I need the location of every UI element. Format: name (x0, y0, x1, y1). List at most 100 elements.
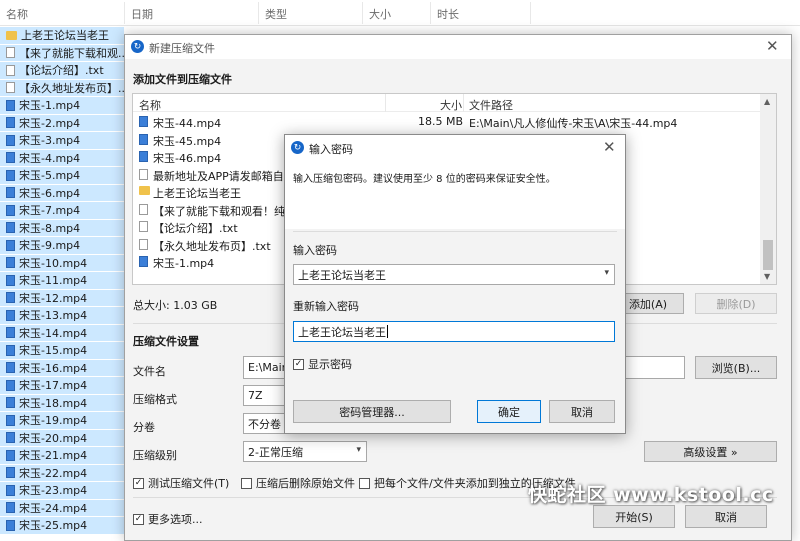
explorer-file-name: 【来了就能下载和观... (19, 46, 124, 60)
explorer-file-name: 【论坛介绍】.txt (19, 64, 104, 78)
checkbox-checked-icon[interactable]: ✓ (293, 358, 304, 370)
delete-button[interactable]: 删除(D) (695, 293, 777, 314)
chevron-down-icon[interactable]: ▾ (604, 268, 609, 278)
column-duration[interactable]: 时长 (437, 6, 459, 22)
explorer-file-row[interactable]: 上老王论坛当老王 (0, 27, 124, 45)
column-size[interactable]: 大小 (369, 6, 391, 22)
explorer-file-row[interactable]: 宋玉-16.mp4 (0, 359, 124, 377)
video-file-icon (139, 116, 148, 127)
format-select[interactable]: 7Z (243, 385, 285, 406)
advanced-settings-button[interactable]: 高级设置 » (644, 441, 777, 462)
explorer-file-row[interactable]: 宋玉-25.mp4 (0, 517, 124, 535)
explorer-file-row[interactable]: 宋玉-13.mp4 (0, 307, 124, 325)
dialog-titlebar[interactable]: ↻ 新建压缩文件 ✕ (125, 35, 791, 59)
explorer-file-name: 宋玉-7.mp4 (19, 204, 81, 218)
password-manager-button[interactable]: 密码管理器... (293, 400, 451, 423)
start-button[interactable]: 开始(S) (593, 505, 675, 528)
explorer-file-row[interactable]: 宋玉-20.mp4 (0, 429, 124, 447)
archive-file-name: 宋玉-1.mp4 (153, 257, 215, 270)
column-date[interactable]: 日期 (131, 6, 153, 22)
column-name[interactable]: 名称 (6, 6, 28, 22)
header-size[interactable]: 大小 (440, 97, 462, 113)
archive-file-row[interactable]: 宋玉-44.mp4 18.5 MB E:\Main\凡人修仙传-宋玉\A\宋玉-44… (133, 113, 761, 131)
section-archive-settings: 压缩文件设置 (133, 335, 199, 348)
explorer-file-name: 宋玉-14.mp4 (19, 326, 88, 340)
scroll-up-icon[interactable]: ▲ (764, 97, 770, 106)
video-file-icon (6, 432, 15, 444)
browse-button[interactable]: 浏览(B)... (695, 356, 777, 379)
explorer-file-row[interactable]: 宋玉-1.mp4 (0, 97, 124, 115)
text-file-icon (139, 203, 148, 215)
checkbox-more-options[interactable]: ✓ 更多选项... (133, 511, 203, 527)
checkbox-delete-source[interactable]: 压缩后删除原始文件 (241, 475, 355, 491)
explorer-file-row[interactable]: 【永久地址发布页】... (0, 79, 124, 97)
column-separator (258, 2, 259, 24)
video-file-icon (6, 309, 15, 321)
header-name[interactable]: 名称 (139, 97, 161, 113)
explorer-file-name: 宋玉-21.mp4 (19, 449, 88, 463)
explorer-file-row[interactable]: 宋玉-10.mp4 (0, 254, 124, 272)
checkbox-checked-icon[interactable]: ✓ (133, 513, 144, 525)
header-path[interactable]: 文件路径 (469, 97, 513, 113)
explorer-file-row[interactable]: 【论坛介绍】.txt (0, 62, 124, 80)
scrollbar-thumb[interactable] (763, 240, 773, 270)
file-list-scrollbar[interactable]: ▲ ▼ (760, 94, 776, 284)
explorer-file-row[interactable]: 宋玉-2.mp4 (0, 114, 124, 132)
explorer-file-row[interactable]: 宋玉-5.mp4 (0, 167, 124, 185)
checkbox-unchecked-icon[interactable] (359, 477, 370, 489)
explorer-file-name: 宋玉-18.mp4 (19, 396, 88, 410)
folder-icon (6, 30, 17, 40)
video-file-icon (6, 239, 15, 251)
explorer-file-row[interactable]: 宋玉-3.mp4 (0, 132, 124, 150)
close-icon[interactable]: ✕ (766, 39, 779, 54)
explorer-file-row[interactable]: 宋玉-17.mp4 (0, 377, 124, 395)
explorer-file-row[interactable]: 宋玉-22.mp4 (0, 464, 124, 482)
label-repeat-password: 重新输入密码 (293, 300, 359, 313)
video-file-icon (6, 99, 15, 111)
label-format: 压缩格式 (133, 393, 177, 406)
archive-file-path: E:\Main\凡人修仙传-宋玉\A\宋玉-44.mp4 (469, 117, 678, 130)
explorer-file-row[interactable]: 宋玉-6.mp4 (0, 184, 124, 202)
password-dialog-title: 输入密码 (309, 143, 353, 156)
cancel-button[interactable]: 取消 (685, 505, 767, 528)
close-icon[interactable]: ✕ (603, 140, 616, 155)
video-file-icon (6, 449, 15, 461)
video-file-icon (6, 169, 15, 181)
explorer-file-row[interactable]: 宋玉-9.mp4 (0, 237, 124, 255)
explorer-file-row[interactable]: 宋玉-4.mp4 (0, 149, 124, 167)
archive-file-name: 【永久地址发布页】.txt (153, 239, 271, 253)
explorer-file-row[interactable]: 宋玉-8.mp4 (0, 219, 124, 237)
explorer-file-row[interactable]: 宋玉-18.mp4 (0, 394, 124, 412)
password-cancel-button[interactable]: 取消 (549, 400, 615, 423)
explorer-file-row[interactable]: 宋玉-15.mp4 (0, 342, 124, 360)
explorer-file-name: 【永久地址发布页】... (19, 81, 124, 95)
checkbox-test-archive[interactable]: ✓ 测试压缩文件(T) (133, 475, 229, 491)
repeat-password-value: 上老王论坛当老王 (298, 325, 386, 339)
column-type[interactable]: 类型 (265, 6, 287, 22)
label-filename: 文件名 (133, 365, 166, 378)
ok-button[interactable]: 确定 (477, 400, 541, 423)
explorer-file-row[interactable]: 宋玉-21.mp4 (0, 447, 124, 465)
video-file-icon (6, 344, 15, 356)
repeat-password-input[interactable]: 上老王论坛当老王 (293, 321, 615, 342)
explorer-file-row[interactable]: 宋玉-11.mp4 (0, 272, 124, 290)
explorer-file-name: 宋玉-1.mp4 (19, 99, 81, 113)
explorer-file-row[interactable]: 宋玉-23.mp4 (0, 482, 124, 500)
checkbox-show-password[interactable]: ✓ 显示密码 (293, 356, 352, 372)
dialog-title: 新建压缩文件 (149, 42, 215, 55)
level-select[interactable]: 2-正常压缩 ▾ (243, 441, 367, 462)
explorer-file-name: 宋玉-24.mp4 (19, 501, 88, 515)
password-input[interactable]: 上老王论坛当老王 ▾ (293, 264, 615, 285)
scroll-down-icon[interactable]: ▼ (764, 272, 770, 281)
explorer-file-row[interactable]: 【来了就能下载和观... (0, 44, 124, 62)
column-separator (463, 94, 464, 112)
explorer-file-row[interactable]: 宋玉-14.mp4 (0, 324, 124, 342)
checkbox-checked-icon[interactable]: ✓ (133, 477, 144, 489)
explorer-file-row[interactable]: 宋玉-19.mp4 (0, 412, 124, 430)
explorer-file-row[interactable]: 宋玉-24.mp4 (0, 499, 124, 517)
archive-file-name: 【来了就能下载和观看！纯免 (153, 204, 296, 218)
split-select[interactable]: 不分卷 (243, 413, 285, 434)
checkbox-unchecked-icon[interactable] (241, 477, 252, 489)
explorer-file-row[interactable]: 宋玉-7.mp4 (0, 202, 124, 220)
explorer-file-row[interactable]: 宋玉-12.mp4 (0, 289, 124, 307)
